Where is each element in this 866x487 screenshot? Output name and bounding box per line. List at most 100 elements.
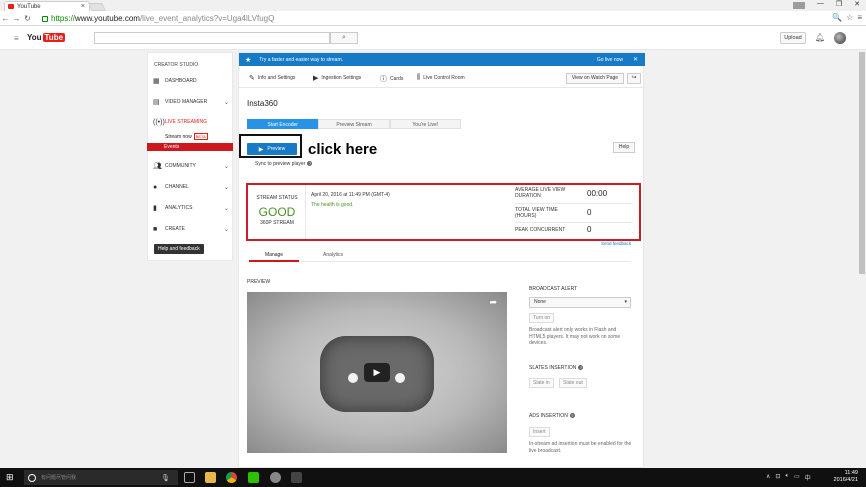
- youtube-favicon-icon: [8, 4, 14, 9]
- browser-tab[interactable]: YouTube ×: [4, 1, 90, 11]
- tab-manage[interactable]: Manage: [265, 252, 283, 258]
- new-tab-button[interactable]: [88, 3, 106, 11]
- avatar[interactable]: [834, 32, 846, 44]
- sidebar-item-label: COMMUNITY: [165, 163, 196, 169]
- wechat-icon[interactable]: [248, 472, 259, 483]
- screen: YouTube × — ❐ ✕ ← → ↻ https:// www.youtu…: [0, 0, 866, 487]
- guide-menu-icon[interactable]: ≡: [14, 34, 19, 43]
- browser-toolbar: ← → ↻ https:// www.youtube.com /live_eve…: [0, 11, 866, 26]
- manage-analytics-tabs: Manage Analytics: [247, 248, 631, 262]
- minimize-button[interactable]: —: [817, 0, 824, 9]
- sidebar-item-video-manager[interactable]: ▤ VIDEO MANAGER ⌄: [153, 97, 231, 107]
- tab-live-control-room[interactable]: ⫼ Live Control Room: [417, 74, 465, 82]
- forward-arrow-icon[interactable]: →: [11, 14, 22, 23]
- metric-label: PEAK CONCURRENT: [515, 227, 566, 233]
- sidebar-subitem-stream-now[interactable]: Stream now BETA: [165, 133, 208, 140]
- maximize-button[interactable]: ❐: [836, 0, 842, 9]
- tab-cards[interactable]: ⓘ Cards: [380, 74, 403, 84]
- sidebar-item-label: LIVE STREAMING: [165, 119, 207, 125]
- slate-out-button[interactable]: Slate out: [559, 378, 587, 388]
- app-icon[interactable]: [291, 472, 302, 483]
- page-scrollbar[interactable]: [858, 52, 866, 468]
- insert-ad-button[interactable]: Insert: [529, 427, 550, 437]
- video-share-icon[interactable]: ➦: [489, 297, 497, 308]
- windows-start-icon[interactable]: ⊞: [6, 472, 14, 483]
- sidebar-subitem-events[interactable]: Events: [147, 143, 233, 151]
- tab-ingestion-settings[interactable]: ▶ Ingestion Settings: [313, 74, 361, 82]
- upload-button[interactable]: Upload: [780, 32, 806, 44]
- sidebar-item-analytics[interactable]: ▮ ANALYTICS ⌄: [153, 203, 231, 213]
- sidebar-item-label: ANALYTICS: [165, 205, 193, 211]
- reload-icon[interactable]: ↻: [22, 14, 33, 23]
- turn-on-button[interactable]: Turn on: [529, 313, 555, 323]
- send-feedback-link[interactable]: Send feedback: [601, 241, 631, 246]
- search-input[interactable]: [94, 32, 330, 44]
- system-tray-icons: ∧ ⊡ 🔈︎ ▭ 中: [766, 473, 811, 482]
- help-question-icon[interactable]: ?: [569, 413, 575, 418]
- tab-analytics[interactable]: Analytics: [323, 252, 343, 258]
- event-title: Insta360: [247, 99, 278, 108]
- bookmark-star-icon[interactable]: ☆: [846, 13, 853, 22]
- broadcast-alert-select[interactable]: None ▾: [529, 297, 631, 308]
- ime-indicator[interactable]: 中: [805, 473, 811, 482]
- network-icon[interactable]: ⊡: [775, 473, 780, 482]
- sidebar-item-dashboard[interactable]: ▦ DASHBOARD: [153, 76, 231, 86]
- step-youre-live: You're Live!: [389, 119, 461, 129]
- notification-bell-icon[interactable]: 🔔︎: [815, 33, 825, 42]
- tab-label: Info and Settings: [257, 75, 296, 81]
- volume-icon[interactable]: 🔈︎: [785, 473, 789, 482]
- help-feedback-button[interactable]: Help and feedback: [154, 244, 204, 254]
- sliders-icon: ⫼: [417, 74, 421, 81]
- go-live-link[interactable]: Go live now: [597, 57, 623, 63]
- info-icon: ⓘ: [380, 76, 387, 83]
- preview-video-player[interactable]: ➦ ▶: [247, 292, 507, 453]
- sidebar-item-live-streaming[interactable]: ((•)) LIVE STREAMING: [153, 117, 231, 127]
- tab-info-settings[interactable]: ✎ Info and Settings: [249, 74, 295, 82]
- help-button[interactable]: Help: [613, 142, 635, 153]
- step-preview-stream: Preview Stream: [318, 119, 390, 129]
- taskbar-clock[interactable]: 11:49 2016/4/21: [834, 470, 858, 484]
- close-window-button[interactable]: ✕: [854, 0, 860, 9]
- taskbar-search[interactable]: 有问题尽管问我 🎙︎: [24, 470, 178, 485]
- microphone-icon[interactable]: 🎙︎: [161, 474, 170, 482]
- file-explorer-icon[interactable]: [205, 472, 216, 483]
- view-on-watch-page-button[interactable]: View on Watch Page: [566, 73, 624, 84]
- youtube-logo[interactable]: You Tube: [27, 33, 66, 42]
- preview-button[interactable]: ▶ Preview: [247, 143, 297, 155]
- task-view-icon[interactable]: [184, 472, 195, 483]
- tray-chevron-up-icon[interactable]: ∧: [766, 473, 770, 482]
- profile-icon[interactable]: [792, 2, 805, 9]
- help-question-icon[interactable]: ?: [307, 161, 313, 166]
- banner-close-icon[interactable]: ✕: [633, 56, 638, 63]
- sync-preview-label[interactable]: Sync to preview player?: [255, 161, 313, 167]
- help-question-icon[interactable]: ?: [578, 365, 584, 370]
- slate-in-button[interactable]: Slate in: [529, 378, 554, 388]
- active-tab-underline: [249, 260, 299, 262]
- window-controls: — ❐ ✕: [792, 0, 860, 9]
- address-bar[interactable]: https:// www.youtube.com /live_event_ana…: [42, 13, 832, 24]
- video-play-icon[interactable]: ▶: [364, 363, 390, 382]
- banner-text: Try a faster and easier way to stream.: [259, 56, 344, 63]
- ads-insertion-heading: ADS INSERTION?: [529, 413, 575, 419]
- menu-icon[interactable]: ≡: [857, 13, 862, 22]
- share-icon[interactable]: ↪: [627, 73, 641, 84]
- app-icon[interactable]: [270, 472, 281, 483]
- play-icon: ▶: [258, 146, 264, 153]
- back-arrow-icon[interactable]: ←: [0, 14, 11, 23]
- sidebar-item-channel[interactable]: ● CHANNEL ⌄: [153, 182, 231, 192]
- sidebar-item-community[interactable]: 👥︎ COMMUNITY ⌄: [153, 161, 231, 171]
- metric-value: 0: [587, 208, 592, 217]
- url-path: /live_event_analytics?v=Uga4lLVfugQ: [139, 14, 275, 23]
- sidebar-item-create[interactable]: ■ CREATE ⌄: [153, 224, 231, 234]
- chrome-icon[interactable]: [226, 472, 237, 483]
- tab-close-icon[interactable]: ×: [81, 3, 85, 10]
- broadcast-alert-selected-value: None: [534, 299, 546, 305]
- channel-icon: ●: [153, 183, 158, 191]
- search-button[interactable]: ⌕: [330, 32, 358, 44]
- zoom-search-icon[interactable]: 🔍: [832, 13, 842, 22]
- camera-icon: ▶: [313, 75, 319, 82]
- scrollbar-thumb[interactable]: [859, 52, 865, 274]
- metric-value: 0: [587, 225, 592, 234]
- tab-label: Cards: [390, 76, 404, 82]
- notification-icon[interactable]: ▭: [794, 473, 800, 482]
